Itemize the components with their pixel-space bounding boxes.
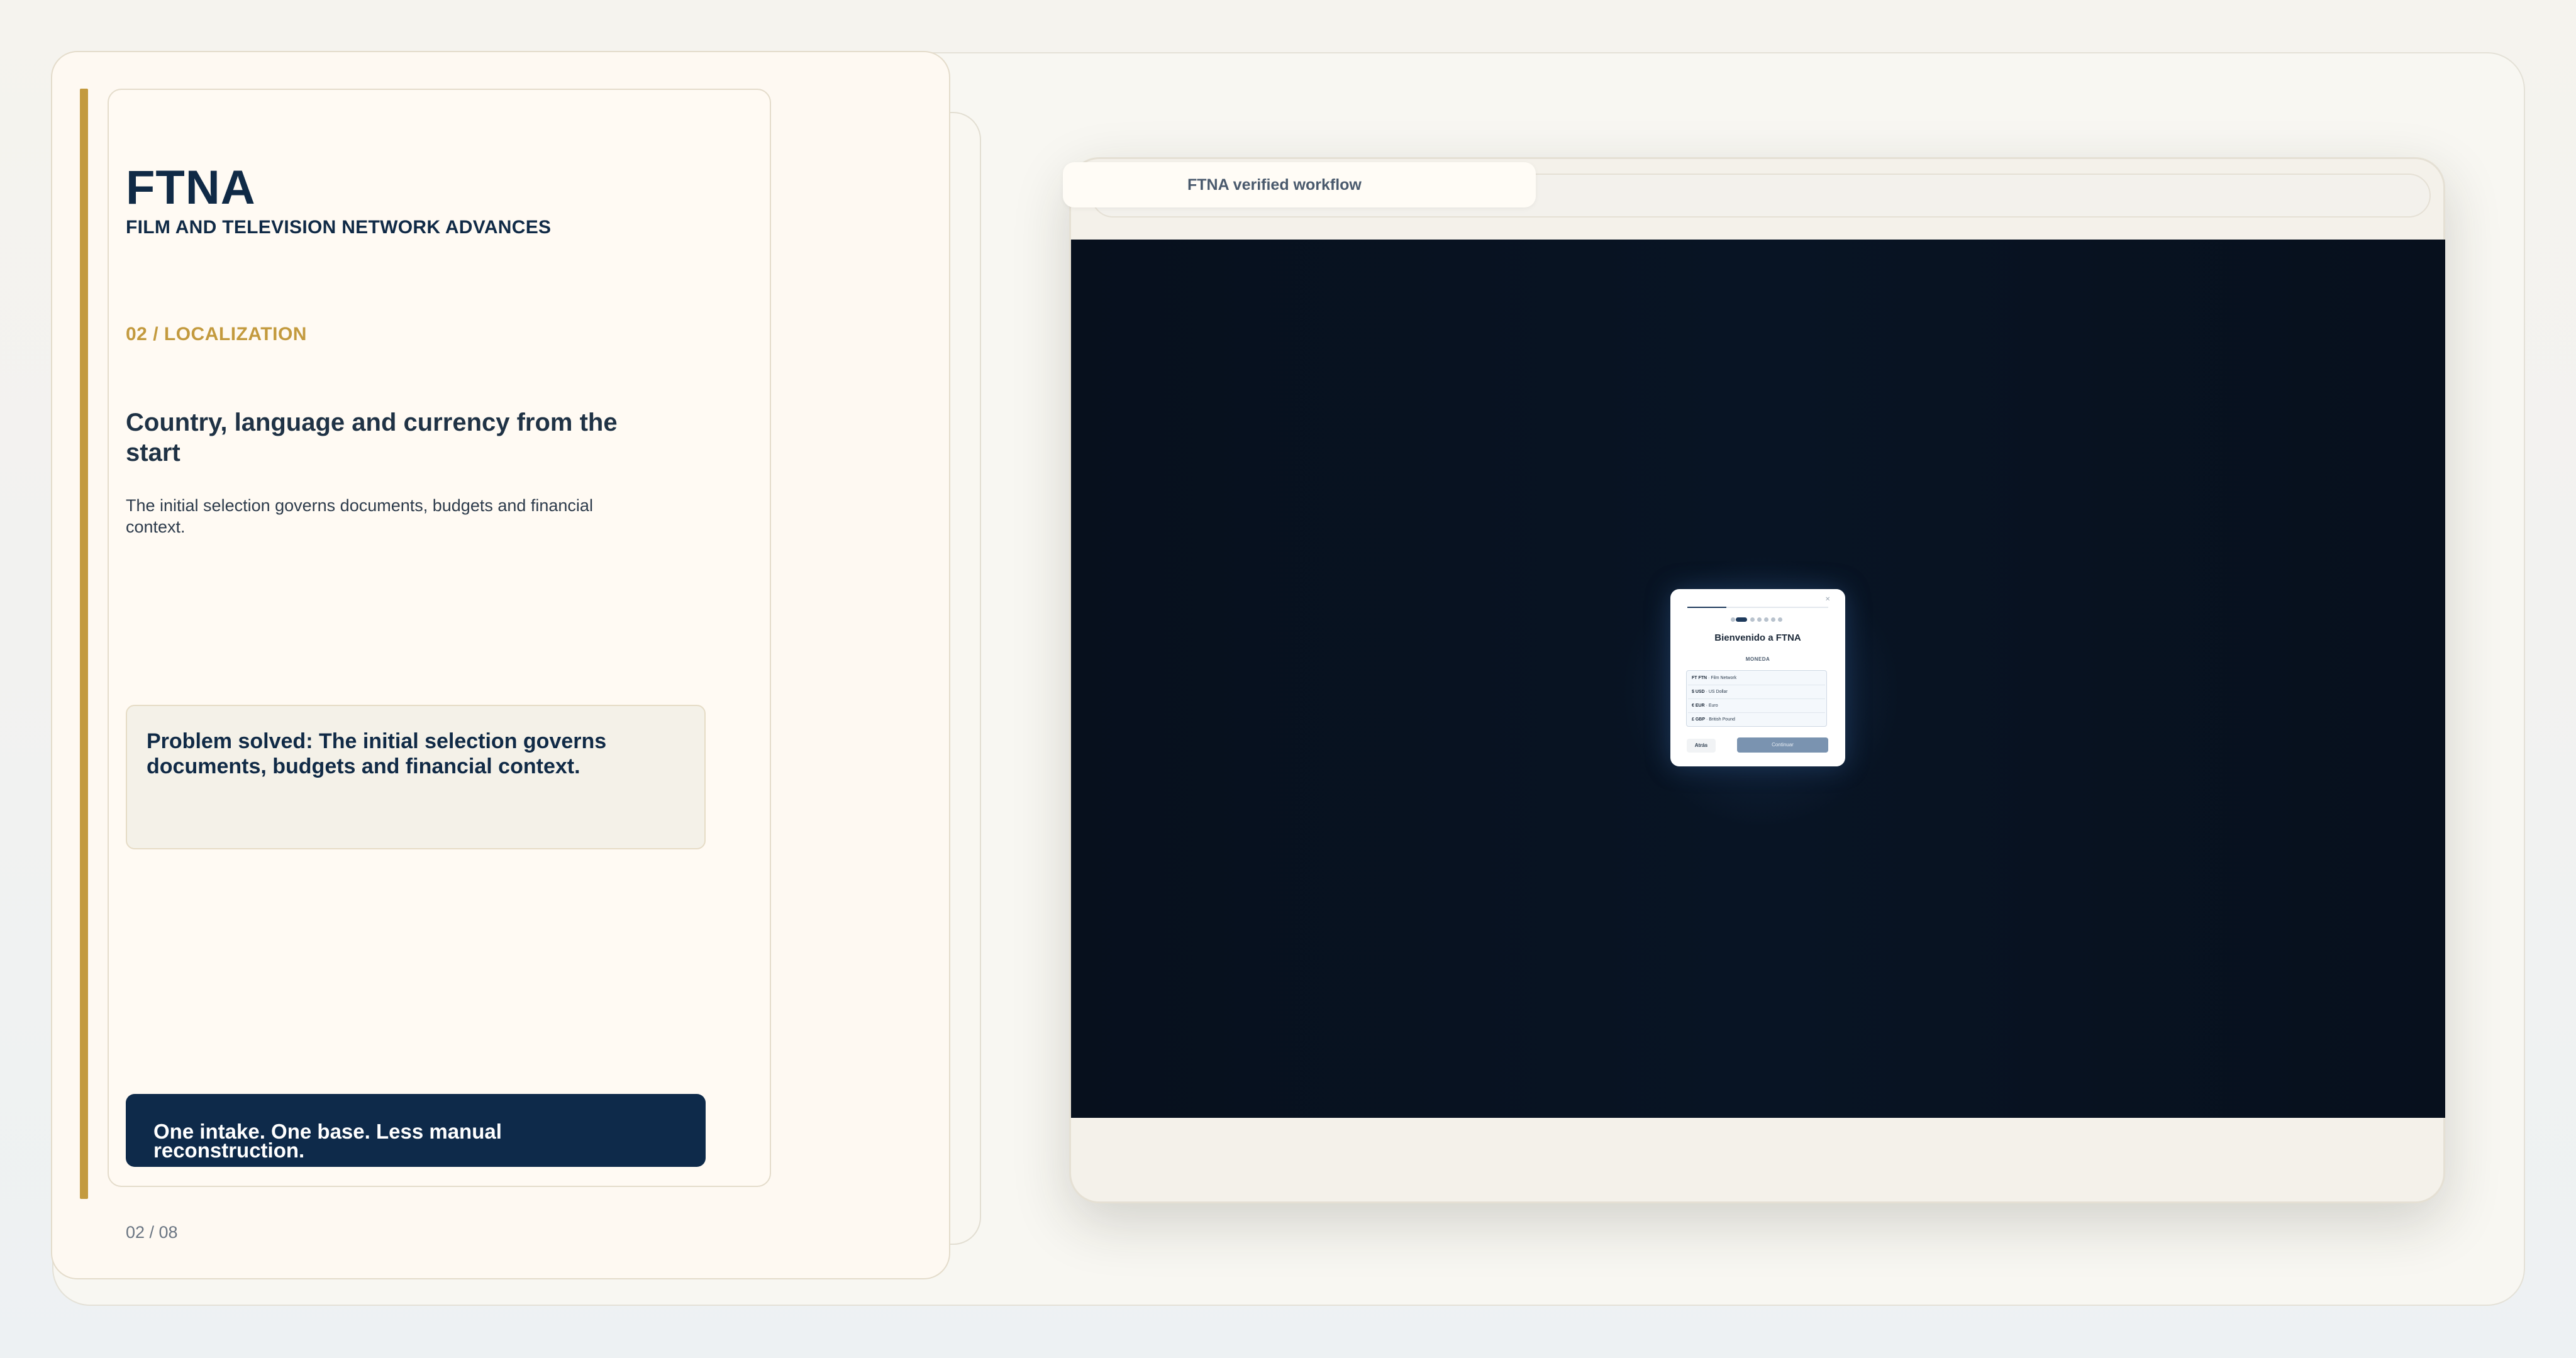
modal-progress-fill — [1687, 607, 1726, 608]
currency-option[interactable]: FT FTN · Film Network — [1688, 671, 1825, 685]
brand-logo-text: FTNA — [126, 161, 256, 214]
step-dot-active[interactable] — [1736, 617, 1747, 622]
step-dot[interactable] — [1771, 617, 1775, 622]
step-dot[interactable] — [1731, 617, 1735, 622]
browser-tab-title: FTNA verified workflow — [1187, 176, 1362, 194]
section-label: 02 / LOCALIZATION — [126, 324, 307, 345]
currency-option[interactable]: £ GBP · British Pound — [1688, 713, 1825, 727]
currency-option[interactable]: € EUR · Euro — [1688, 699, 1825, 713]
continue-button[interactable]: Continuar — [1737, 737, 1828, 753]
brand-subtitle: FILM AND TELEVISION NETWORK ADVANCES — [126, 217, 552, 238]
slide-content-panel — [108, 89, 771, 1187]
modal-title: Bienvenido a FTNA — [1714, 632, 1801, 643]
accent-bar — [80, 89, 88, 1199]
currency-option[interactable]: $ USD · US Dollar — [1688, 685, 1825, 699]
step-dot[interactable] — [1764, 617, 1768, 622]
back-button[interactable]: Atrás — [1687, 739, 1716, 753]
slide-description: The initial selection governs documents,… — [126, 496, 593, 536]
step-dot[interactable] — [1757, 617, 1762, 622]
problem-callout-text: Problem solved: The initial selection go… — [147, 729, 607, 778]
step-dot[interactable] — [1750, 617, 1755, 622]
cta-banner-text: One intake. One base. Less manual recons… — [153, 1120, 502, 1162]
step-dot[interactable] — [1778, 617, 1782, 622]
modal-section-label: MONEDA — [1745, 656, 1770, 662]
page-indicator: 02 / 08 — [126, 1223, 178, 1242]
slide-heading: Country, language and currency from the … — [126, 409, 618, 466]
close-icon[interactable]: ✕ — [1825, 596, 1830, 603]
